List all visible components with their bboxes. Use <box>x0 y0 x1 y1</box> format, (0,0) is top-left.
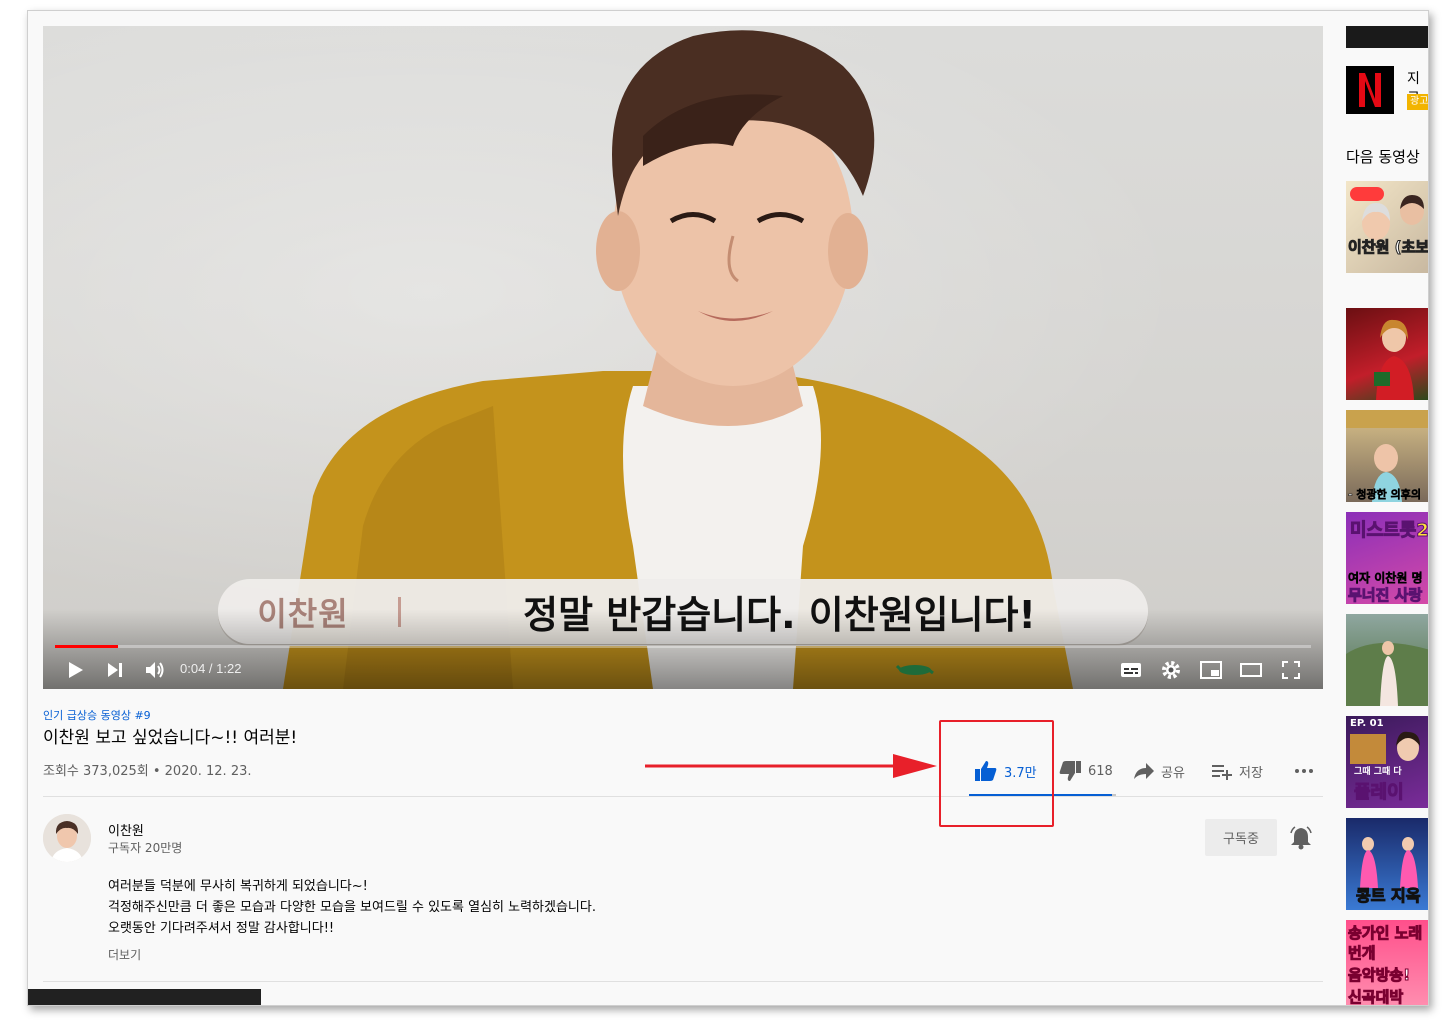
notification-bell-icon[interactable] <box>1290 826 1312 850</box>
volume-icon <box>146 662 164 678</box>
dislike-count: 618 <box>1088 763 1113 779</box>
up-next-label: 다음 동영상 <box>1346 148 1420 166</box>
volume-button[interactable] <box>139 654 171 686</box>
theater-icon <box>1240 663 1262 677</box>
thumbnail-caption: 무너진 사랑 <box>1347 586 1423 605</box>
subscribed-button[interactable]: 구독중 <box>1205 819 1277 856</box>
thumbnail-caption: 그때 그때 다 <box>1354 767 1402 777</box>
more-actions-button[interactable] <box>1294 753 1320 789</box>
subtitles-icon <box>1121 663 1141 677</box>
recommended-video-thumbnail[interactable] <box>1346 308 1428 400</box>
crocodile-logo-icon <box>895 664 934 675</box>
subscriber-count: 구독자 20만명 <box>108 841 183 855</box>
thumbnail-caption: 음악방송! <box>1347 966 1411 985</box>
thumbnail-caption: 플레이 <box>1354 782 1405 804</box>
more-horizontal-icon <box>1295 769 1313 773</box>
dislike-button[interactable]: 618 <box>1058 753 1113 789</box>
ad-banner[interactable] <box>1346 26 1428 48</box>
theater-mode-button[interactable] <box>1235 654 1267 686</box>
progress-bar[interactable] <box>55 645 1311 648</box>
thumbnail-art <box>1350 187 1424 240</box>
share-label: 공유 <box>1161 765 1185 781</box>
channel-name[interactable]: 이찬원 <box>108 820 144 839</box>
recommended-video-thumbnail[interactable]: 콩트 지옥 <box>1346 818 1428 910</box>
channel-avatar-image <box>43 814 91 862</box>
video-player[interactable]: 이찬원 정말 반갑습니다. 이찬원입니다! 0:04 / 1:22 <box>43 26 1323 689</box>
show-more-link[interactable]: 더보기 <box>108 946 141 963</box>
player-controls: 0:04 / 1:22 <box>43 654 1323 686</box>
annotation-arrow <box>645 754 937 778</box>
avatar[interactable] <box>43 814 91 862</box>
progress-bar-fill <box>55 645 118 648</box>
play-button[interactable] <box>59 654 91 686</box>
view-count-date: 조회수 373,025회 • 2020. 12. 23. <box>43 764 252 779</box>
recommended-video-thumbnail[interactable]: 이찬원 (초보 우 <box>1346 181 1429 273</box>
thumbnail-caption-title: 미스트롯2 <box>1350 520 1429 542</box>
fullscreen-icon <box>1282 661 1300 679</box>
settings-button[interactable] <box>1155 654 1187 686</box>
description-line: 여러분들 덕분에 무사히 복귀하게 되었습니다~! <box>108 879 368 894</box>
subtitles-button[interactable] <box>1115 654 1147 686</box>
skip-next-icon <box>108 663 122 677</box>
recommended-video-thumbnail[interactable] <box>1346 614 1428 706</box>
time-display: 0:04 / 1:22 <box>180 661 242 676</box>
thumbnail-art <box>1346 641 1428 706</box>
thumbnail-caption: - 청광한 의후의 <box>1348 488 1421 502</box>
next-button[interactable] <box>99 654 131 686</box>
recommended-video-thumbnail[interactable]: 송가인 노래 번개 음악방송! 신곡대박 <box>1346 920 1428 1006</box>
thumbnail-caption: EP. 01 <box>1350 718 1384 729</box>
miniplayer-icon <box>1200 661 1222 679</box>
thumbnail-caption: 콩트 지옥 <box>1355 886 1421 906</box>
divider <box>43 796 1323 797</box>
video-description: 여러분들 덕분에 무사히 복귀하게 되었습니다~! 걱정해주신만큼 더 좋은 모… <box>108 876 596 939</box>
miniplayer-button[interactable] <box>1195 654 1227 686</box>
annotation-highlight-box <box>939 720 1054 827</box>
recommended-video-thumbnail[interactable]: 미스트롯2 여자 이찬원 명 무너진 사랑 <box>1346 512 1429 605</box>
thumbnail-art <box>1374 319 1414 400</box>
browser-frame: 이찬원 정말 반갑습니다. 이찬원입니다! 0:04 / 1:22 <box>27 10 1429 1006</box>
divider <box>43 981 1323 982</box>
netflix-icon <box>1359 73 1381 107</box>
fullscreen-button[interactable] <box>1275 654 1307 686</box>
description-line: 오랫동안 기다려주셔서 정말 감사합니다!! <box>108 921 335 936</box>
video-title: 이찬원 보고 싶었습니다~!! 여러분! <box>43 728 298 748</box>
play-icon <box>69 662 83 678</box>
netflix-logo[interactable] <box>1346 66 1394 114</box>
trending-hashtag[interactable]: 인기 급상승 동영상 #9 <box>43 707 151 723</box>
thumbnail-caption: 신곡대박 <box>1347 988 1404 1006</box>
save-button[interactable]: 저장 <box>1211 753 1263 789</box>
recommended-video-thumbnail[interactable]: - 청광한 의후의 <box>1346 410 1428 502</box>
thumbnail-caption: 번개 <box>1348 944 1377 963</box>
save-label: 저장 <box>1239 765 1263 781</box>
thumbnail-caption: 이찬원 (초보 우 <box>1347 238 1429 257</box>
share-button[interactable]: 공유 <box>1133 753 1185 789</box>
thumbs-down-icon <box>1059 761 1081 781</box>
gear-icon <box>1162 661 1180 679</box>
ad-badge: 광고 <box>1407 94 1428 110</box>
playlist-add-icon <box>1212 765 1232 780</box>
share-icon <box>1134 763 1154 779</box>
thumbnail-caption: 송가인 노래 <box>1347 924 1423 943</box>
description-line: 걱정해주신만큼 더 좋은 모습과 다양한 모습을 보여드릴 수 있도록 열심히 … <box>108 900 596 915</box>
bottom-bar <box>28 989 261 1005</box>
recommended-video-thumbnail[interactable]: EP. 01 그때 그때 다 플레이 <box>1346 716 1428 808</box>
